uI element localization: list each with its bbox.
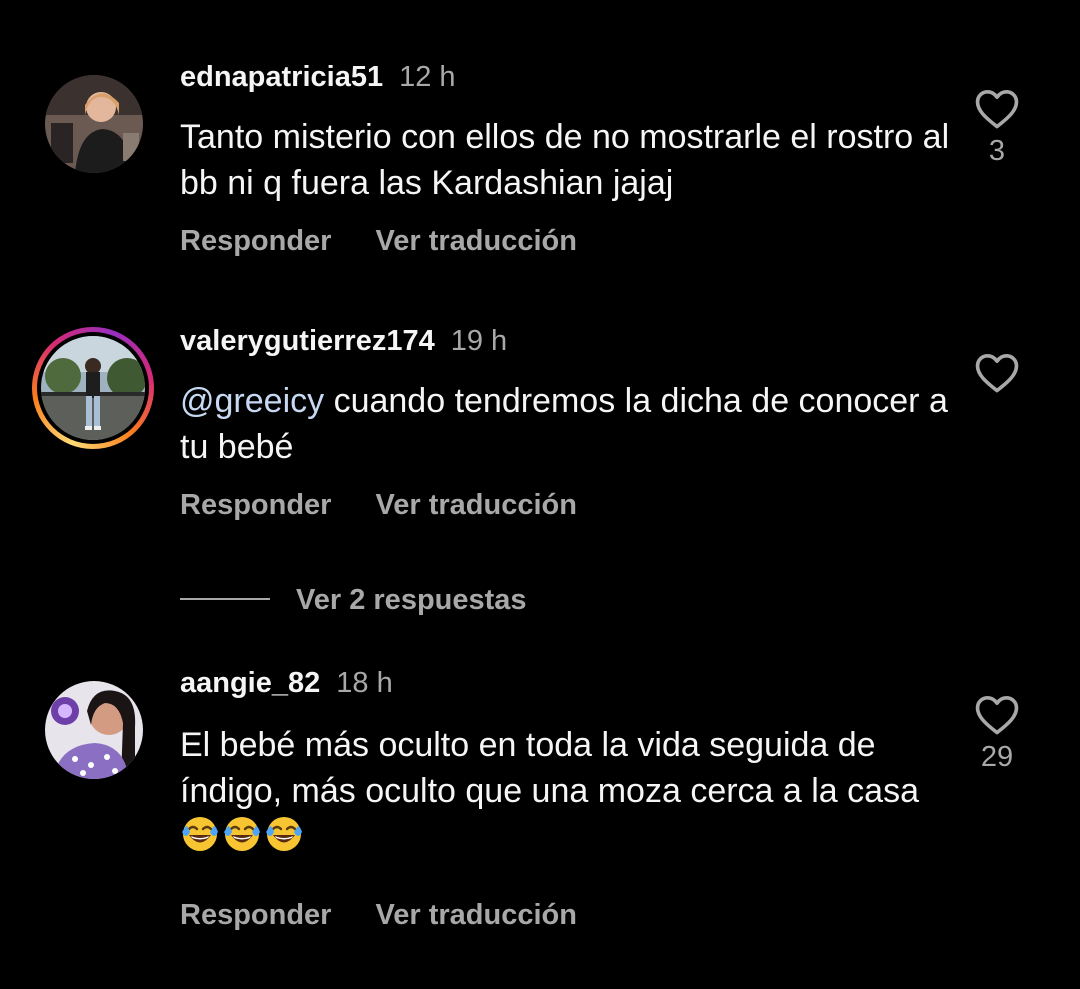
- like-control: 29: [970, 694, 1024, 774]
- comment-meta: ednapatricia51 12 h: [180, 60, 456, 94]
- heart-outline-icon[interactable]: [974, 88, 1020, 130]
- like-count: 3: [988, 135, 1006, 167]
- face-with-tears-of-joy-icon: [182, 817, 218, 851]
- timestamp: 18 h: [336, 667, 393, 699]
- view-replies-button[interactable]: Ver 2 respuestas: [180, 582, 527, 618]
- reply-button[interactable]: Responder: [180, 224, 331, 258]
- face-with-tears-of-joy-icon: [266, 817, 302, 851]
- see-translation-button[interactable]: Ver traducción: [375, 224, 576, 258]
- timestamp: 19 h: [450, 325, 508, 357]
- reply-button[interactable]: Responder: [180, 488, 331, 522]
- comment-body: El bebé más oculto en toda la vida segui…: [180, 726, 919, 810]
- see-translation-button[interactable]: Ver traducción: [375, 488, 576, 522]
- comment-actions: Responder Ver traducción: [180, 898, 577, 932]
- comment-text: @greeicy cuando tendremos la dicha de co…: [180, 378, 950, 470]
- view-replies-label: Ver 2 respuestas: [296, 584, 527, 616]
- comment-meta: aangie_82 18 h: [180, 666, 393, 700]
- avatar[interactable]: [45, 681, 143, 779]
- username[interactable]: valerygutierrez174: [180, 325, 435, 357]
- avatar[interactable]: [41, 336, 145, 440]
- username[interactable]: ednapatricia51: [180, 61, 383, 93]
- avatar[interactable]: [45, 75, 143, 173]
- heart-outline-icon[interactable]: [974, 352, 1020, 394]
- story-ring[interactable]: [32, 327, 154, 449]
- like-count: 29: [980, 741, 1014, 773]
- face-with-tears-of-joy-icon: [224, 817, 260, 851]
- reply-button[interactable]: Responder: [180, 898, 331, 932]
- username[interactable]: aangie_82: [180, 667, 320, 699]
- heart-outline-icon[interactable]: [974, 694, 1020, 736]
- comment-text: Tanto misterio con ellos de no mostrarle…: [180, 114, 950, 206]
- emoji-group: [180, 817, 306, 856]
- comment-actions: Responder Ver traducción: [180, 488, 577, 522]
- see-translation-button[interactable]: Ver traducción: [375, 898, 576, 932]
- timestamp: 12 h: [399, 61, 456, 93]
- like-control: 3: [970, 88, 1024, 168]
- comment-meta: valerygutierrez174 19 h: [180, 324, 507, 358]
- mention-link[interactable]: @greeicy: [180, 382, 324, 420]
- like-control: [970, 352, 1024, 394]
- replies-divider: [180, 598, 270, 601]
- comment-actions: Responder Ver traducción: [180, 224, 577, 258]
- comment-body: Tanto misterio con ellos de no mostrarle…: [180, 118, 950, 202]
- comment-text: El bebé más oculto en toda la vida segui…: [180, 722, 950, 860]
